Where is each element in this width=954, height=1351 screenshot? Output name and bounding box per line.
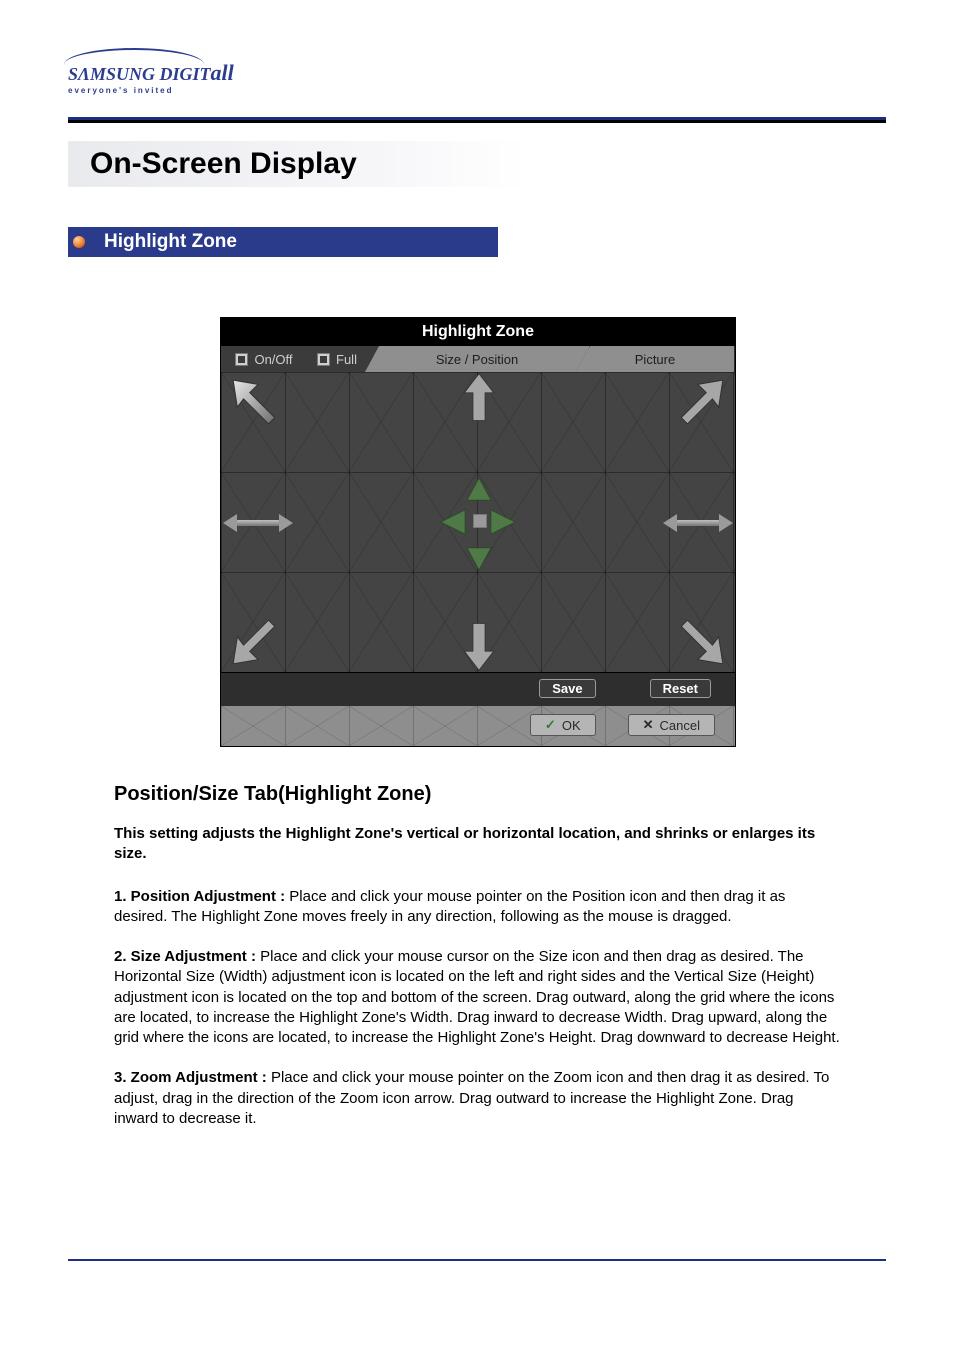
- p2-lead: 2. Size Adjustment :: [114, 948, 260, 965]
- tab-size-position[interactable]: Size / Position: [365, 346, 590, 372]
- tab-picture[interactable]: Picture: [576, 346, 735, 372]
- check-icon: ✓: [545, 717, 556, 733]
- paragraph-zoom: 3. Zoom Adjustment : Place and click you…: [114, 1068, 840, 1129]
- zoom-arrow-nw-icon[interactable]: [229, 376, 281, 428]
- sphere-icon: [73, 236, 85, 248]
- checkbox-icon: [317, 353, 330, 366]
- zoom-arrow-ne-icon[interactable]: [675, 376, 727, 428]
- osd-button-row: Save Reset: [221, 672, 735, 706]
- tab-size-label: Size / Position: [436, 352, 518, 367]
- paragraph-position: 1. Position Adjustment : Place and click…: [114, 887, 840, 928]
- p1-lead: 1. Position Adjustment :: [114, 888, 289, 905]
- paragraph-size: 2. Size Adjustment : Place and click you…: [114, 947, 840, 1048]
- brand-logo: SΛMSUNG DIGITall everyone's invited: [68, 60, 886, 95]
- zoom-arrow-se-icon[interactable]: [675, 616, 727, 668]
- position-down-icon[interactable]: [453, 620, 505, 672]
- page-title: On-Screen Display: [68, 141, 527, 187]
- size-right-icon[interactable]: [489, 508, 517, 536]
- position-up-icon[interactable]: [453, 372, 505, 424]
- content-heading: Position/Size Tab(Highlight Zone): [114, 783, 840, 806]
- section-heading-label: Highlight Zone: [90, 227, 498, 257]
- section-heading: Highlight Zone: [68, 227, 886, 257]
- checkbox-icon: [235, 353, 248, 366]
- position-left-right-icon[interactable]: [235, 520, 281, 526]
- content-intro: This setting adjusts the Highlight Zone'…: [114, 824, 840, 865]
- osd-window: Highlight Zone On/Off Full Size / Positi…: [220, 317, 736, 747]
- tab-picture-label: Picture: [635, 352, 675, 367]
- osd-footer: ✓ OK ✕ Cancel: [221, 706, 735, 746]
- tab-full[interactable]: Full: [296, 346, 379, 372]
- cancel-button-label: Cancel: [660, 718, 700, 733]
- size-down-icon[interactable]: [465, 544, 493, 572]
- tab-full-label: Full: [336, 352, 357, 367]
- ok-button[interactable]: ✓ OK: [530, 714, 596, 736]
- reset-button[interactable]: Reset: [650, 679, 711, 698]
- logo-swoosh: [64, 48, 204, 68]
- zoom-arrow-sw-icon[interactable]: [229, 616, 281, 668]
- tab-onoff[interactable]: On/Off: [221, 346, 308, 372]
- size-left-icon[interactable]: [439, 508, 467, 536]
- header-divider: [68, 117, 886, 123]
- section-bullet: [68, 227, 90, 257]
- p3-lead: 3. Zoom Adjustment :: [114, 1069, 271, 1086]
- content-body: Position/Size Tab(Highlight Zone) This s…: [68, 783, 886, 1129]
- osd-title: Highlight Zone: [221, 318, 735, 346]
- osd-adjustment-grid: [221, 372, 735, 672]
- cancel-button[interactable]: ✕ Cancel: [628, 714, 715, 736]
- brand-tagline: everyone's invited: [68, 86, 886, 95]
- footer-divider: [68, 1259, 886, 1261]
- center-handle-icon[interactable]: [473, 514, 487, 528]
- tab-onoff-label: On/Off: [254, 352, 292, 367]
- close-icon: ✕: [643, 717, 654, 733]
- osd-tabs: On/Off Full Size / Position Picture: [221, 346, 735, 372]
- position-left-right-icon[interactable]: [675, 520, 721, 526]
- brand-name-c: all: [211, 60, 234, 85]
- size-up-icon[interactable]: [465, 476, 493, 504]
- ok-button-label: OK: [562, 718, 581, 733]
- save-button[interactable]: Save: [539, 679, 595, 698]
